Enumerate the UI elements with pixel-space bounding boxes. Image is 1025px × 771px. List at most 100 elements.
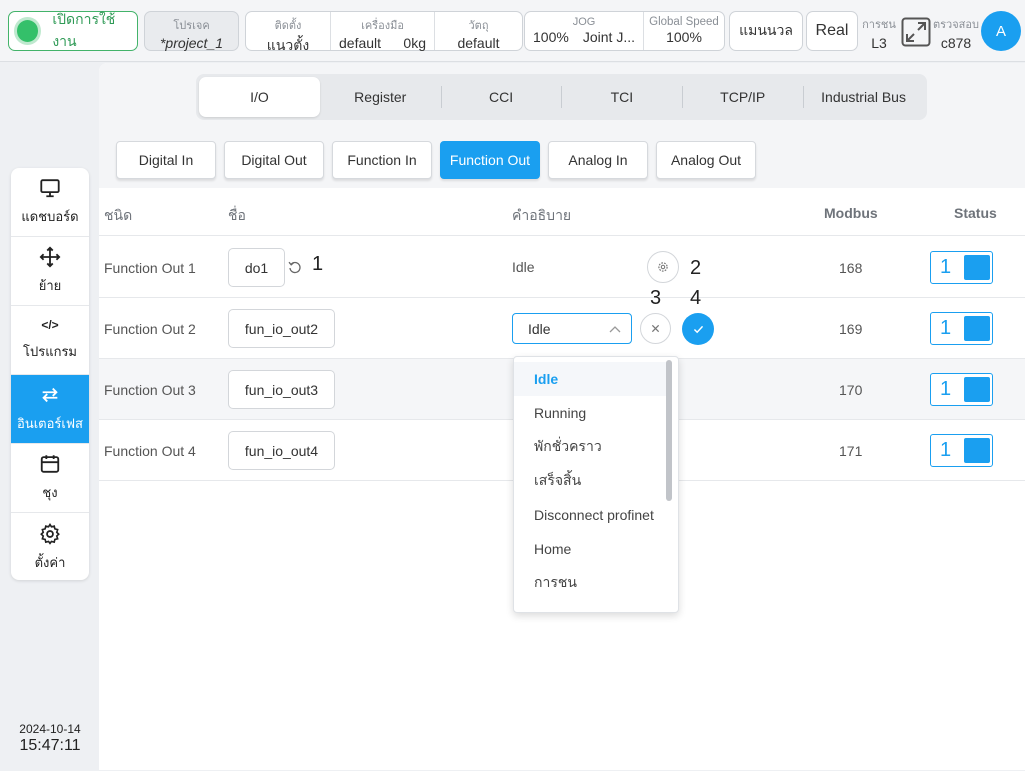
subtab-function-out[interactable]: Function Out	[440, 141, 540, 179]
status-value: 1	[940, 378, 952, 400]
sidebar-item-label: โปรแกรม	[22, 344, 78, 359]
confirm-button[interactable]	[682, 313, 714, 345]
sidebar-item-dashboard[interactable]: แดชบอร์ด	[11, 168, 89, 237]
gear-icon	[40, 522, 60, 545]
cancel-button[interactable]	[640, 313, 671, 344]
manual-label: แมนนวล	[739, 22, 793, 38]
sidebar-item-label: อินเตอร์เฟส	[17, 416, 83, 431]
dropdown-option-finished[interactable]: เสร็จสิ้น	[514, 464, 672, 498]
status-toggle[interactable]: 1	[930, 251, 993, 284]
desc-select[interactable]: Idle	[512, 313, 632, 344]
subtab-bar: Digital In Digital Out Function In Funct…	[116, 141, 764, 179]
callout-1: 1	[312, 253, 324, 275]
sidebar-item-schedule[interactable]: ชุง	[11, 444, 89, 513]
mount-cell[interactable]: ติดตั้ง แนวตั้ง	[246, 12, 331, 53]
check-indicator[interactable]: ตรวจสอบ c878	[932, 15, 980, 51]
status-value: 1	[940, 439, 952, 461]
header-type: ชนิด	[104, 207, 133, 223]
subtab-digital-out[interactable]: Digital Out	[224, 141, 324, 179]
dropdown-option-paused[interactable]: พักชั่วคราว	[514, 430, 672, 464]
tab-cci[interactable]: CCI	[440, 77, 562, 117]
avatar[interactable]: A	[981, 11, 1021, 51]
header-name: ชื่อ	[228, 207, 246, 223]
move-icon	[39, 246, 61, 268]
clock: 2024-10-14 15:47:11	[6, 722, 94, 755]
sidebar-item-program[interactable]: </> โปรแกรม	[11, 306, 89, 375]
desc-settings-button[interactable]	[647, 251, 679, 283]
reset-icon[interactable]	[288, 260, 302, 274]
avatar-letter: A	[995, 22, 1006, 40]
mount-value: แนวตั้ง	[266, 37, 310, 53]
sidebar-item-move[interactable]: ย้าย	[11, 237, 89, 306]
sidebar-nav: แดชบอร์ด ย้าย </> โปรแกรม อินเตอร์เฟส ชุ…	[11, 168, 89, 580]
sidebar-item-interface[interactable]: อินเตอร์เฟส	[11, 375, 89, 444]
tab-tci[interactable]: TCI	[561, 77, 682, 117]
manual-mode-button[interactable]: แมนนวล	[729, 11, 803, 51]
dropdown-option-emergstop[interactable]: Emergstop	[514, 600, 672, 612]
global-speed-label: Global Speed	[649, 16, 719, 28]
collision-indicator[interactable]: การชน L3	[861, 15, 897, 51]
tab-io[interactable]: I/O	[199, 77, 320, 117]
enable-button[interactable]: เปิดการใช้งาน	[8, 11, 138, 51]
code-icon: </>	[41, 318, 59, 332]
name-input[interactable]: fun_io_out4	[228, 431, 335, 470]
status-value: 1	[940, 256, 952, 278]
real-label: Real	[815, 22, 849, 39]
dropdown-option-home[interactable]: Home	[514, 532, 672, 566]
status-toggle[interactable]: 1	[930, 373, 993, 406]
dropdown-option-collision[interactable]: การชน	[514, 566, 672, 600]
jog-value: 100%	[533, 29, 569, 45]
mount-label: ติดตั้ง	[274, 20, 302, 32]
status-toggle[interactable]: 1	[930, 312, 993, 345]
dropdown-option-idle[interactable]: Idle	[514, 362, 672, 396]
callout-3: 3	[650, 287, 662, 309]
sidebar-item-label: ย้าย	[38, 278, 62, 293]
sidebar-item-settings[interactable]: ตั้งค่า	[11, 513, 89, 580]
status-toggle[interactable]: 1	[930, 434, 993, 467]
dropdown-scrollbar[interactable]	[666, 360, 672, 501]
desc-select-value: Idle	[528, 321, 551, 337]
table-header: ชนิด ชื่อ คำอธิบาย Modbus Status	[99, 188, 1025, 236]
global-speed-cell[interactable]: Global Speed 100%	[644, 12, 724, 50]
swap-icon	[42, 387, 58, 403]
tool-label: เครื่องมือ	[361, 20, 404, 32]
jog-label: JOG	[572, 16, 596, 28]
real-mode-button[interactable]: Real	[806, 11, 858, 51]
subtab-function-in[interactable]: Function In	[332, 141, 432, 179]
tab-register[interactable]: Register	[320, 77, 441, 117]
tab-tcpip[interactable]: TCP/IP	[682, 77, 803, 117]
dropdown-option-disconnect-profinet[interactable]: Disconnect profinet	[514, 498, 672, 532]
jog-cell[interactable]: JOG 100% Joint J...	[525, 12, 644, 50]
subtab-analog-out[interactable]: Analog Out	[656, 141, 756, 179]
gear-icon	[658, 262, 668, 272]
tab-industrial-bus[interactable]: Industrial Bus	[803, 77, 924, 117]
check-value: c878	[940, 35, 972, 51]
table-row: Function Out 1 do1 1 Idle 2 168 1	[99, 237, 1025, 298]
name-input[interactable]: fun_io_out3	[228, 370, 335, 409]
sidebar-item-label: ชุง	[42, 485, 58, 500]
calendar-icon	[40, 455, 60, 473]
status-indicator	[964, 438, 990, 463]
dropdown-option-running[interactable]: Running	[514, 396, 672, 430]
main-header: I/O Register CCI TCI TCP/IP Industrial B…	[99, 63, 1025, 188]
name-input[interactable]: fun_io_out2	[228, 309, 335, 348]
enable-label: เปิดการใช้งาน	[52, 11, 116, 49]
status-value: 1	[940, 317, 952, 339]
tool-cell[interactable]: เครื่องมือ default 0kg	[331, 12, 435, 51]
clock-time: 15:47:11	[19, 737, 81, 754]
tab-bar: I/O Register CCI TCI TCP/IP Industrial B…	[196, 74, 927, 120]
table-row: Function Out 2 fun_io_out2 3 4 Idle 169 …	[99, 287, 1025, 359]
mount-tool-object-group[interactable]: ติดตั้ง แนวตั้ง เครื่องมือ default 0kg ว…	[245, 11, 523, 53]
callout-2: 2	[690, 257, 702, 279]
project-selector[interactable]: โปรเจค *project_1	[144, 11, 239, 51]
expand-icon[interactable]	[901, 17, 931, 47]
row-modbus: 171	[839, 443, 863, 459]
project-label: โปรเจค	[173, 20, 210, 32]
subtab-digital-in[interactable]: Digital In	[116, 141, 216, 179]
speed-group[interactable]: JOG 100% Joint J... Global Speed 100%	[524, 11, 725, 51]
callout-4: 4	[690, 287, 702, 309]
object-cell[interactable]: วัตถุ default	[435, 12, 522, 51]
subtab-analog-in[interactable]: Analog In	[548, 141, 648, 179]
name-input[interactable]: do1	[228, 248, 285, 287]
chevron-up-icon	[609, 326, 621, 333]
